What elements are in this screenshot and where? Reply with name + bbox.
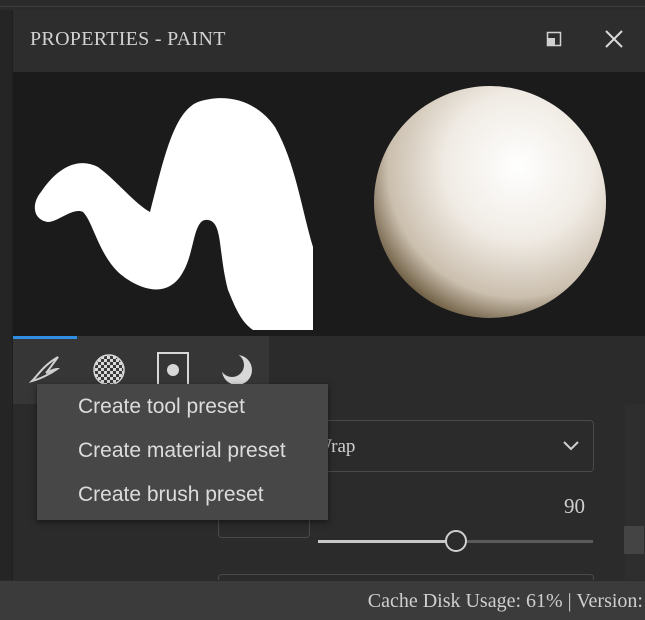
brush-tool-icon xyxy=(28,356,61,383)
panel-title: PROPERTIES - PAINT xyxy=(30,28,226,50)
moon-stencil-icon xyxy=(220,353,252,385)
brush-stroke-preview-icon xyxy=(34,98,313,330)
property-slider-track[interactable] xyxy=(318,530,593,552)
panel-titlebar: PROPERTIES - PAINT xyxy=(13,10,645,72)
material-sphere-preview-icon xyxy=(374,86,606,318)
top-divider xyxy=(0,6,645,7)
create-material-preset-item[interactable]: Create material preset xyxy=(78,439,286,463)
preset-context-menu: Create tool preset Create material prese… xyxy=(37,384,328,520)
slider-value: 90 xyxy=(564,494,585,518)
active-tab-indicator xyxy=(13,336,77,339)
close-icon xyxy=(605,30,623,48)
cache-disk-usage-text: Cache Disk Usage: 61% | Version: xyxy=(367,590,643,612)
status-bar: Cache Disk Usage: 61% | Version: xyxy=(0,580,645,620)
maximize-button[interactable] xyxy=(539,24,569,54)
create-brush-preset-item[interactable]: Create brush preset xyxy=(78,483,264,507)
maximize-icon xyxy=(546,31,562,47)
checker-material-icon xyxy=(93,354,125,386)
close-button[interactable] xyxy=(599,24,629,54)
slider-fill xyxy=(318,540,456,543)
paint-preview xyxy=(13,72,645,336)
create-tool-preset-item[interactable]: Create tool preset xyxy=(78,395,245,419)
slider-thumb[interactable] xyxy=(444,530,467,552)
scrollbar-thumb[interactable] xyxy=(624,526,644,554)
chevron-down-icon xyxy=(563,441,579,451)
window-top-strip xyxy=(0,0,645,10)
